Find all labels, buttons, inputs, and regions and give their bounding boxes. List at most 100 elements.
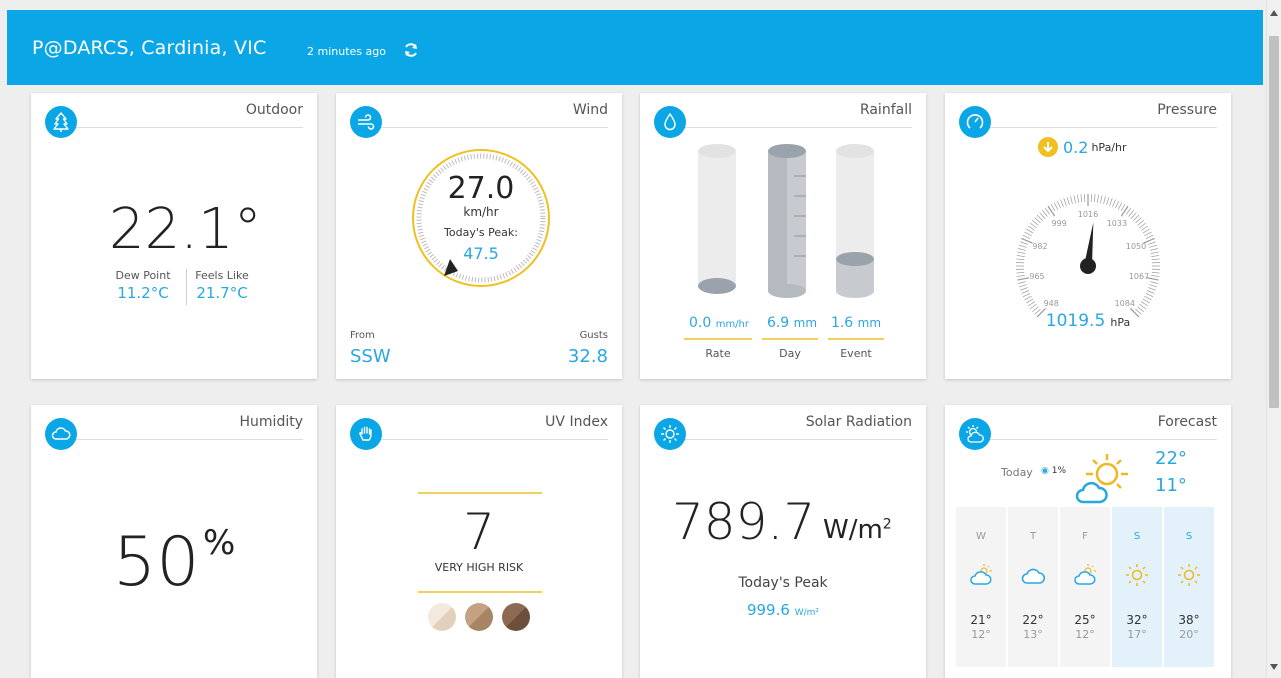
scroll-up-icon[interactable]: [1270, 10, 1278, 16]
page-scrollbar[interactable]: [1266, 0, 1281, 678]
gauge-tick-label: 1016: [1078, 210, 1098, 219]
dew-point-label: Dew Point: [115, 269, 171, 282]
refresh-icon[interactable]: [403, 42, 419, 58]
gauge-tick: [1024, 295, 1032, 301]
rainfall-card[interactable]: Rainfall 0.0 mm/hr 6.9 mm 1.6 mm Rate Da…: [640, 93, 926, 379]
gauge-tick: [1145, 234, 1154, 239]
gauge-tick: [1026, 298, 1034, 304]
gauge-icon: [959, 106, 991, 138]
forecast-day-label: S: [1133, 531, 1141, 542]
scroll-down-icon[interactable]: [1270, 664, 1278, 670]
gauge-tick: [1120, 205, 1129, 217]
event-underline: [828, 338, 884, 340]
pressure-unit: hPa: [1110, 316, 1131, 329]
gauge-tick: [1018, 284, 1027, 288]
forecast-day-label: W: [976, 531, 986, 542]
gauge-tick: [1036, 214, 1043, 221]
card-divider: [61, 439, 303, 440]
wind-peak-label: Today's Peak:: [444, 226, 518, 239]
solar-unit-base: W/m: [823, 515, 883, 545]
gusts-value: 32.8: [567, 346, 608, 367]
gauge-tick-label: 1067: [1129, 272, 1149, 281]
pressure-trend-unit: hPa/hr: [1091, 140, 1127, 154]
gauge-tick: [1141, 301, 1149, 307]
gauge-tick: [1106, 196, 1110, 205]
wind-speed: 27.0: [447, 171, 515, 206]
forecast-day[interactable]: S 32° 17°: [1112, 507, 1162, 667]
gauge-tick: [1016, 258, 1025, 261]
rain-day-value: 6.9: [766, 315, 790, 331]
gauge-tick: [1044, 207, 1051, 215]
card-title: Pressure: [1157, 102, 1217, 118]
wind-unit: km/hr: [463, 205, 499, 219]
wind-card[interactable]: Wind 27.0 km/hr Today's Peak: 47.5 From …: [336, 93, 622, 379]
forecast-low: 13°: [1023, 628, 1043, 641]
gauge-tick: [1145, 293, 1154, 298]
forecast-day[interactable]: T 22° 13°: [1008, 507, 1058, 667]
day-underline: [762, 338, 818, 340]
gauge-tick: [1021, 290, 1030, 294]
solar-unit-sup: 2: [882, 516, 892, 533]
gauge-tick-label: 1050: [1126, 242, 1146, 251]
forecast-day[interactable]: F 25° 12°: [1060, 507, 1110, 667]
dashboard-page: P@DARCS, Cardinia, VIC 2 minutes ago Out…: [0, 0, 1266, 678]
scrollbar-thumb[interactable]: [1269, 36, 1279, 408]
forecast-low: 20°: [1179, 628, 1199, 641]
station-name[interactable]: P@DARCS, Cardinia, VIC: [32, 37, 266, 59]
forecast-day[interactable]: W 21° 12°: [956, 507, 1006, 667]
gauge-tick: [1021, 237, 1033, 244]
gauge-tick: [1093, 194, 1096, 203]
gauge-tick: [1149, 244, 1158, 248]
gauge-tick: [1137, 220, 1144, 226]
rain-event-value: 1.6: [830, 315, 854, 331]
gauge-tick: [1020, 241, 1028, 245]
rain-day-unit: mm: [793, 316, 818, 330]
cloud-icon: [45, 418, 77, 450]
rain-rate-unit: mm/hr: [715, 319, 750, 330]
gauge-tick-label: 999: [1051, 219, 1066, 228]
rain-event: 1.6 mm: [826, 315, 886, 331]
today-low: 11°: [1155, 475, 1187, 496]
gauge-tick: [1149, 281, 1158, 284]
card-divider: [366, 439, 608, 440]
gauge-tick: [1022, 293, 1031, 298]
solar-peak-value: 999.6: [746, 601, 790, 619]
forecast-day[interactable]: S 38° 20°: [1164, 507, 1214, 667]
gauge-tick: [1151, 271, 1160, 274]
gauge-tick: [1144, 295, 1152, 301]
uv-card[interactable]: UV Index 7 VERY HIGH RISK: [336, 405, 622, 678]
gauge-tick: [1103, 196, 1106, 205]
solar-peak: 999.6 W/m²: [640, 601, 926, 619]
gauge-tick: [1018, 248, 1027, 251]
solar-card[interactable]: Solar Radiation 789.7 W/m2 Today's Peak …: [640, 405, 926, 678]
solar-peak-unit: W/m²: [794, 608, 820, 618]
forecast-today-label: Today: [1001, 466, 1033, 479]
humidity-card[interactable]: Humidity 50 %: [31, 405, 317, 678]
day-gauge: [768, 144, 806, 298]
outdoor-card[interactable]: Outdoor 22.1° Dew Point 11.2°C Feels Lik…: [31, 93, 317, 379]
gauge-tick: [1112, 199, 1116, 208]
gauge-tick: [1128, 210, 1134, 217]
gauge-tick: [1117, 202, 1123, 210]
gauge-tick: [1151, 258, 1160, 261]
gauge-tick: [1053, 202, 1059, 210]
forecast-low: 12°: [971, 628, 991, 641]
forecast-high: 38°: [1178, 613, 1200, 627]
gauge-tick: [1139, 303, 1147, 310]
gauge-tick: [1056, 200, 1061, 209]
gauge-tick: [1149, 248, 1158, 251]
wind-icon: [350, 106, 382, 138]
gauge-hub: [1080, 258, 1096, 274]
down-arrow-icon: [1038, 137, 1058, 157]
forecast-rain-chance: ◉ 1%: [1041, 466, 1066, 476]
gauge-tick: [1120, 204, 1126, 212]
gauge-tick: [1026, 228, 1034, 234]
pressure-card[interactable]: Pressure 0.2 hPa/hr 948 965 982 999 1016 1033…: [945, 93, 1231, 379]
card-title: Rainfall: [859, 102, 912, 118]
pressure-trend-value: 0.2: [1063, 137, 1089, 157]
solar-peak-label: Today's Peak: [738, 575, 828, 591]
forecast-card[interactable]: Forecast Today ◉ 1% 22° 11° W 21° 12° T …: [945, 405, 1231, 678]
gauge-tick: [1066, 196, 1070, 205]
uv-bottom-line: [418, 591, 542, 593]
sun-cloud-icon: [959, 418, 991, 450]
